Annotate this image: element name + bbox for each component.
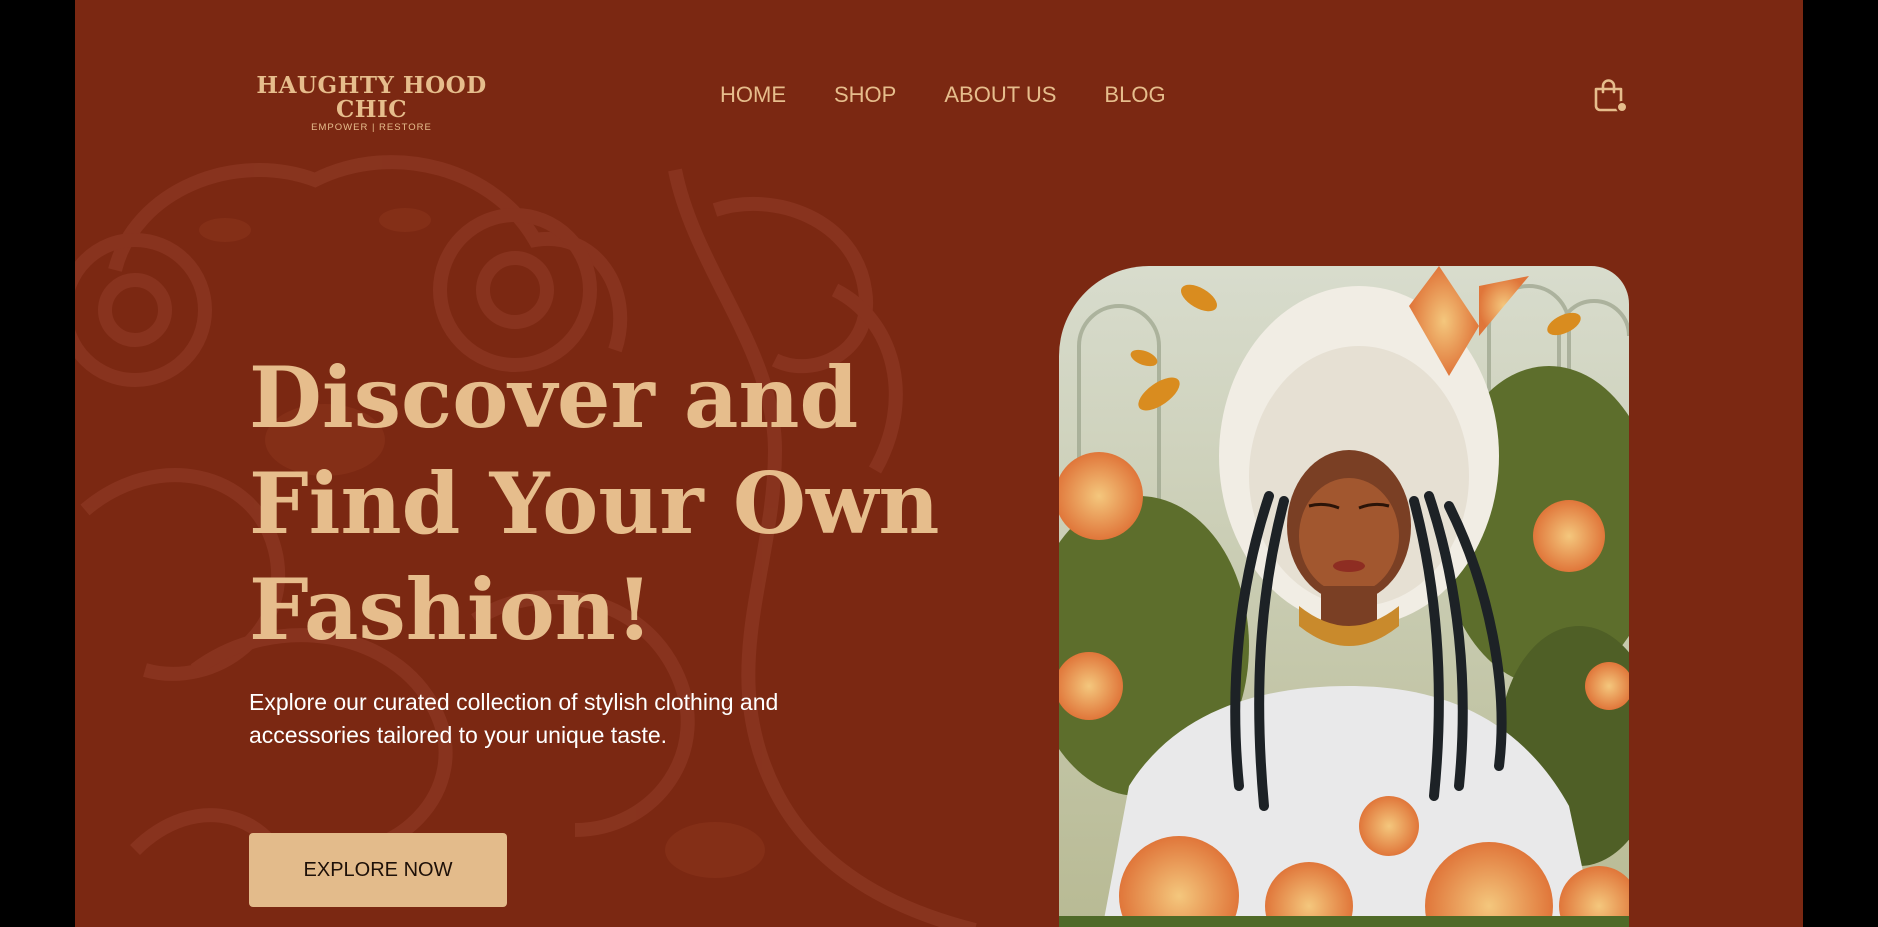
nav-blog[interactable]: BLOG [1104,80,1165,110]
shopping-bag-icon [1594,79,1628,113]
cart-button[interactable] [1593,78,1628,114]
brand-tagline: EMPOWER | RESTORE [311,122,432,133]
hero-subtitle: Explore our curated collection of stylis… [249,686,869,752]
hero-title: Discover and Find Your Own Fashion! [249,345,949,663]
hero-title-line: Fashion! [249,560,653,659]
nav-home[interactable]: HOME [720,80,786,110]
hero-image [1059,266,1629,927]
landing-page: HAUGHTY HOOD CHIC EMPOWER | RESTORE HOME… [75,0,1803,927]
main-nav: HOME SHOP ABOUT US BLOG [720,80,1166,110]
brand-logo[interactable]: HAUGHTY HOOD CHIC EMPOWER | RESTORE [249,72,494,134]
hero-title-line: Discover and [249,348,859,447]
explore-now-button[interactable]: EXPLORE NOW [249,833,507,907]
nav-shop[interactable]: SHOP [834,80,896,110]
brand-name: HAUGHTY HOOD CHIC [256,72,487,123]
hero-title-line: Find Your Own [249,454,940,553]
nav-about-us[interactable]: ABOUT US [944,80,1056,110]
hero-subtitle-line: accessories tailored to your unique tast… [249,722,668,748]
hero-subtitle-line: Explore our curated collection of stylis… [249,689,779,715]
hero-illustration [1059,266,1629,927]
